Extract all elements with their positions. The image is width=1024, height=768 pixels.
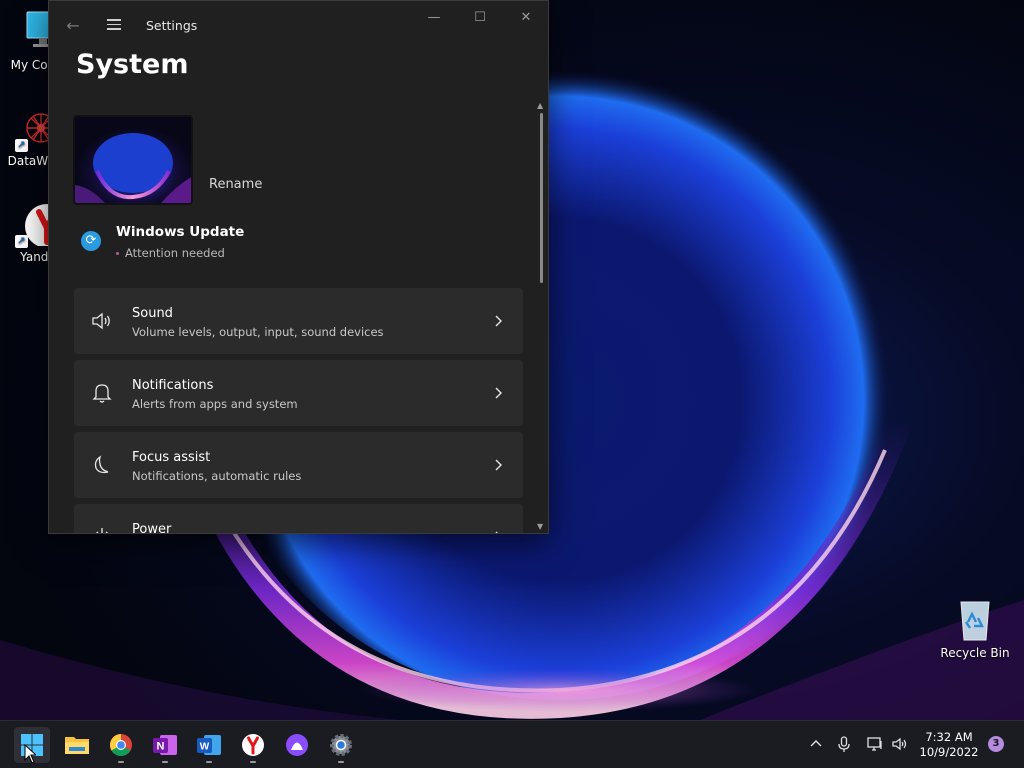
chevron-right-icon [492,528,506,533]
chevron-right-icon [492,312,506,330]
scrollbar-thumb[interactable] [540,113,543,283]
shortcut-arrow-icon: ↗ [15,235,28,248]
svg-text:N: N [157,741,165,753]
page-title: System [76,49,189,80]
mouse-cursor-icon [24,743,38,768]
title-bar[interactable]: ← Settings — ☐ ✕ [49,1,548,51]
taskbar: N W 7:32 AM 10/9/2022 3 [0,720,1024,768]
taskbar-word[interactable]: W [191,727,227,763]
scroll-down-arrow-icon[interactable]: ▼ [537,522,543,531]
settings-card-sound[interactable]: Sound Volume levels, output, input, soun… [74,288,523,354]
taskbar-alice[interactable] [279,727,315,763]
moon-icon [90,453,114,477]
settings-gear-icon [330,734,352,756]
chevron-right-icon [492,456,506,474]
rename-link[interactable]: Rename [209,177,262,192]
alice-icon [286,734,308,756]
network-icon[interactable] [866,735,884,753]
yandex-icon [242,734,264,756]
desktop-icon-label: Recycle Bin [940,646,1010,660]
onenote-icon: N [153,735,177,755]
taskbar-settings[interactable] [323,727,359,763]
minimize-button[interactable]: — [411,6,457,30]
bell-icon [90,381,114,405]
windows-update-status-text: Attention needed [125,246,225,260]
svg-text:W: W [200,742,210,753]
vertical-scrollbar[interactable]: ▲ ▼ [537,101,547,531]
back-arrow-icon[interactable]: ← [63,16,83,36]
taskbar-file-explorer[interactable] [59,727,95,763]
taskbar-yandex[interactable] [235,727,271,763]
card-subtitle: Notifications, automatic rules [132,469,302,483]
clock-date: 10/9/2022 [919,745,979,759]
card-title: Power [132,522,172,534]
recycle-bin-icon [953,598,997,642]
card-subtitle: Alerts from apps and system [132,397,298,411]
close-button[interactable]: ✕ [503,6,548,30]
taskbar-clock[interactable]: 7:32 AM 10/9/2022 [916,730,982,760]
settings-card-notifications[interactable]: Notifications Alerts from apps and syste… [74,360,523,426]
settings-window[interactable]: ← Settings — ☐ ✕ System Rename ⟳ Windows… [48,0,549,534]
chevron-right-icon [492,384,506,402]
microphone-icon[interactable] [835,735,853,753]
window-title: Settings [146,18,198,33]
settings-card-power[interactable]: Power [74,504,523,534]
scroll-up-arrow-icon[interactable]: ▲ [537,101,543,110]
desktop-icon-recycle-bin[interactable]: Recycle Bin [940,598,1010,660]
notification-count-badge[interactable]: 3 [988,736,1004,752]
taskbar-chrome[interactable] [103,727,139,763]
taskbar-onenote[interactable]: N [147,727,183,763]
hamburger-menu-icon[interactable] [104,16,124,36]
card-title: Focus assist [132,450,211,465]
windows-update-sync-icon[interactable]: ⟳ [81,231,101,251]
windows-update-status: Attention needed [116,246,225,260]
speaker-icon [90,309,114,333]
word-icon: W [197,735,221,755]
card-title: Notifications [132,378,214,393]
chrome-icon [110,734,132,756]
settings-content: Rename ⟳ Windows Update Attention needed… [49,101,539,534]
windows-update-title[interactable]: Windows Update [116,224,244,240]
status-dot [116,252,119,255]
settings-card-focus-assist[interactable]: Focus assist Notifications, automatic ru… [74,432,523,498]
card-title: Sound [132,306,173,321]
device-wallpaper-thumbnail [73,115,193,205]
maximize-button[interactable]: ☐ [457,6,503,30]
clock-time: 7:32 AM [925,730,973,744]
card-subtitle: Volume levels, output, input, sound devi… [132,325,384,339]
shortcut-arrow-icon: ↗ [15,139,28,152]
show-hidden-icons-chevron-up-icon[interactable] [807,735,825,753]
power-icon [90,525,114,533]
folder-icon [65,737,89,754]
volume-icon[interactable] [891,735,909,753]
